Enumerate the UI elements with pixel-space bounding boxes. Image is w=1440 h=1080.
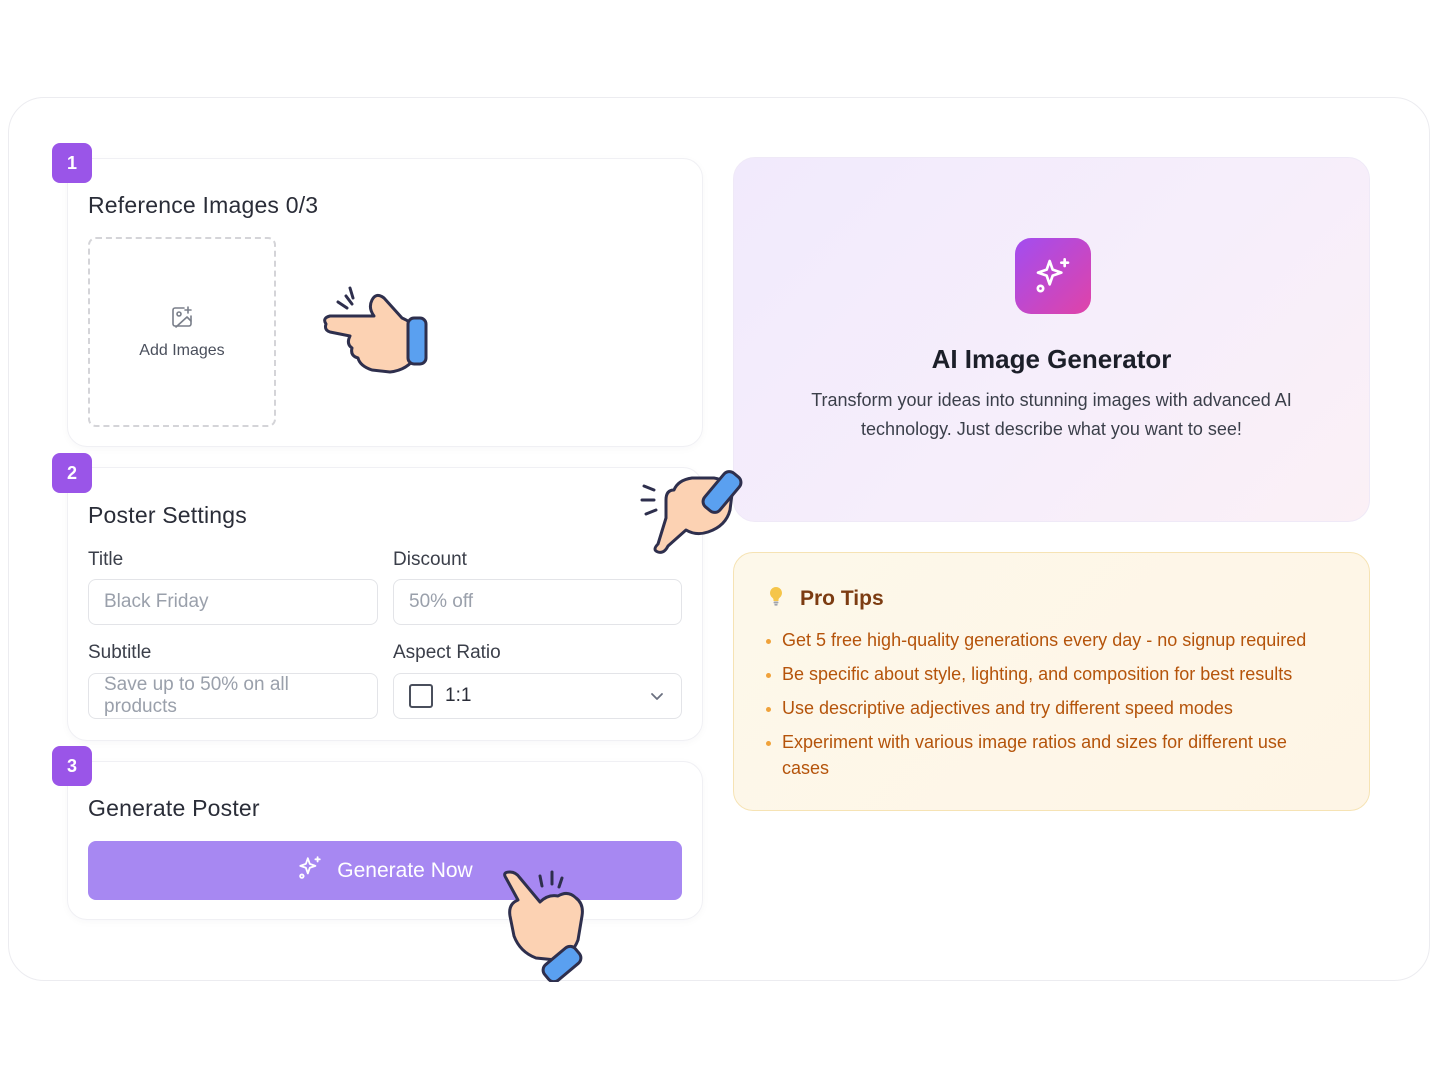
subtitle-label: Subtitle	[88, 642, 152, 663]
reference-images-title: Reference Images 0/3	[88, 192, 319, 218]
pointing-hand-icon	[503, 870, 584, 982]
subtitle-input[interactable]: Save up to 50% on all products	[88, 673, 378, 719]
poster-settings-title: Poster Settings	[88, 502, 247, 528]
subtitle-placeholder: Save up to 50% on all products	[104, 674, 289, 717]
add-image-icon	[170, 305, 194, 334]
chevron-down-icon	[649, 688, 665, 710]
title-placeholder: Black Friday	[104, 591, 209, 612]
hero-title: AI Image Generator	[931, 344, 1172, 374]
step-badge-1: 1	[52, 143, 92, 183]
title-input[interactable]: Black Friday	[88, 579, 378, 625]
discount-input[interactable]: 50% off	[393, 579, 682, 625]
square-ratio-icon	[409, 684, 433, 708]
generate-poster-title: Generate Poster	[88, 795, 260, 821]
step-badge-2: 2	[52, 453, 92, 493]
generate-now-label: Generate Now	[337, 858, 473, 882]
aspect-ratio-label: Aspect Ratio	[393, 642, 501, 663]
pro-tips-list: Get 5 free high-quality generations ever…	[766, 627, 1336, 789]
pointing-hand-icon	[323, 286, 428, 374]
sparkles-icon	[297, 855, 323, 887]
pointing-hand-icon	[640, 470, 743, 554]
tip-item: Experiment with various image ratios and…	[766, 729, 1336, 781]
tip-item: Get 5 free high-quality generations ever…	[766, 627, 1336, 653]
discount-label: Discount	[393, 549, 467, 570]
step-badge-3: 3	[52, 746, 92, 786]
hero-description: Transform your ideas into stunning image…	[811, 390, 1292, 439]
aspect-ratio-select[interactable]: 1:1	[393, 673, 682, 719]
add-images-label: Add Images	[139, 341, 225, 359]
aspect-ratio-value: 1:1	[445, 685, 472, 706]
title-label: Title	[88, 549, 124, 570]
lightbulb-icon	[766, 585, 786, 612]
sparkles-icon	[1015, 238, 1091, 314]
pro-tips-card: Pro Tips Get 5 free high-quality generat…	[733, 552, 1370, 811]
pro-tips-title: Pro Tips	[800, 586, 884, 610]
tip-item: Use descriptive adjectives and try diffe…	[766, 695, 1336, 721]
ai-generator-hero-card: AI Image Generator Transform your ideas …	[733, 157, 1370, 522]
tip-item: Be specific about style, lighting, and c…	[766, 661, 1336, 687]
add-images-button[interactable]: Add Images	[88, 237, 276, 427]
discount-placeholder: 50% off	[409, 591, 474, 612]
